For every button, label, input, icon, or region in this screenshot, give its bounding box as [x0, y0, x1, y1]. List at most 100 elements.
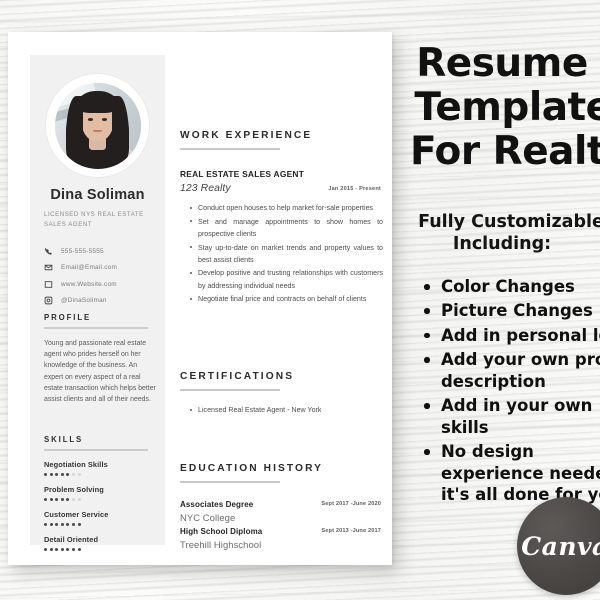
skill-dot: [60, 472, 64, 476]
skill-dot: [66, 472, 70, 476]
skill-rating: [44, 547, 156, 551]
promo-subtitle-line-2: Including:: [452, 234, 552, 254]
skill-name: Problem Solving: [44, 485, 104, 494]
skill-item: Problem Solving: [44, 485, 156, 501]
list-item: Stay up-to-date on market trends and pro…: [190, 242, 383, 266]
profile-text: Young and passionate real estate agent w…: [44, 340, 156, 403]
skill-dot: [49, 522, 53, 526]
candidate-role: LICENSED NYS REAL ESTATE SALES AGENT: [44, 211, 144, 229]
work-experience-heading: WORK EXPERIENCE: [180, 130, 313, 141]
photo-eye-right: [101, 117, 107, 121]
promo-title-line-1: Resume: [416, 41, 588, 86]
skill-dot: [44, 497, 47, 501]
skill-dot: [49, 547, 53, 551]
skill-dot: [77, 472, 81, 476]
education-divider: [180, 481, 280, 483]
skill-dot: [55, 547, 59, 551]
skill-dot: [77, 497, 81, 501]
skill-rating: [44, 522, 156, 526]
contact-list: 555-555-5555 Email@Email.com www.Website…: [44, 243, 157, 309]
listing-image: Dina Soliman LICENSED NYS REAL ESTATE SA…: [0, 0, 600, 600]
job-title: REAL ESTATE SALES AGENT: [180, 169, 305, 179]
education-entry: Sept 2013 -June 2017 High School Diploma T…: [180, 526, 383, 553]
list-item: Set and manage appointments to show home…: [190, 216, 383, 240]
skill-dot: [77, 547, 81, 551]
education-list: Sept 2017 -June 2020 Associates Degree NYC…: [180, 499, 383, 552]
promo-feature-item: Color Changes: [422, 276, 600, 297]
skill-dot: [60, 547, 64, 551]
skill-dot: [66, 522, 70, 526]
job-company: 123 Realty: [180, 183, 231, 194]
skill-name: Customer Service: [44, 510, 109, 519]
skill-rating: [44, 497, 156, 501]
promo-subtitle-line-1: Fully Customizable: [418, 212, 600, 232]
promo-panel: Resume Template For Realtor Fully Custom…: [404, 0, 600, 600]
skill-dot: [49, 472, 53, 476]
contact-email-text: Email@Email.com: [61, 264, 118, 272]
skills-divider: [44, 449, 148, 451]
skill-dot: [60, 497, 64, 501]
profile-photo-frame: [46, 74, 149, 177]
education-heading: EDUCATION HISTORY: [180, 463, 324, 474]
skills-list: Negotiation Skills Problem Solving Custome…: [44, 460, 156, 560]
skill-dot: [55, 522, 59, 526]
promo-title-line-3: For Realtor: [410, 129, 600, 174]
list-item: Conduct open houses to help market for-s…: [190, 202, 383, 214]
list-item: Negotiate final price and contracts on b…: [190, 293, 383, 305]
skill-name: Negotiation Skills: [44, 460, 108, 469]
skill-dot: [66, 497, 70, 501]
skill-dot: [44, 472, 47, 476]
skill-dot: [44, 547, 47, 551]
education-dates: Sept 2017 -June 2020: [321, 501, 381, 507]
skill-dot: [71, 497, 75, 501]
skill-dot: [66, 547, 70, 551]
canva-badge: Canva: [517, 497, 600, 595]
skill-dot: [55, 497, 59, 501]
website-icon: [44, 280, 53, 289]
education-entry: Sept 2017 -June 2020 Associates Degree NYC…: [180, 499, 383, 526]
work-experience-bullets: Conduct open houses to help market for-s…: [186, 202, 383, 307]
promo-feature-item: Add your own profile description: [422, 349, 600, 392]
contact-row-website: www.Website.com: [44, 276, 157, 293]
photo-eye-left: [88, 117, 94, 121]
contact-phone-text: 555-555-5555: [61, 247, 104, 255]
skill-dot: [55, 472, 59, 476]
resume-sidebar: Dina Soliman LICENSED NYS REAL ESTATE SA…: [30, 55, 165, 551]
list-item: Licensed Real Estate Agent - New York: [190, 404, 383, 416]
promo-feature-item: Picture Changes: [422, 300, 600, 321]
education-dates: Sept 2013 -June 2017: [321, 527, 381, 534]
skill-dot: [77, 522, 81, 526]
contact-row-email: Email@Email.com: [44, 260, 157, 277]
certifications-divider: [180, 389, 280, 391]
photo-hair-left: [65, 96, 83, 166]
certifications-heading: CERTIFICATIONS: [180, 371, 295, 382]
contact-social-text: @DinaSoliman: [61, 297, 107, 305]
promo-feature-item: Add in personal logo: [422, 325, 600, 346]
contact-website-text: www.Website.com: [61, 280, 117, 288]
email-icon: [44, 263, 53, 272]
profile-divider: [44, 327, 148, 329]
contact-row-phone: 555-555-5555: [44, 243, 157, 260]
skill-dot: [71, 472, 75, 476]
photo-fringe: [79, 99, 116, 114]
profile-heading: PROFILE: [44, 313, 92, 322]
promo-feature-list: Color Changes Picture Changes Add in perso…: [422, 276, 600, 508]
skills-heading: SKILLS: [44, 435, 84, 444]
social-icon: [44, 296, 53, 305]
education-school: NYC College: [180, 512, 236, 524]
skill-dot: [71, 522, 75, 526]
certifications-bullets: Licensed Real Estate Agent - New York: [186, 404, 383, 418]
promo-title-line-2: Template: [414, 85, 600, 130]
education-school: Treehill Highschool: [180, 538, 262, 550]
phone-icon: [44, 247, 53, 256]
candidate-name: Dina Soliman: [50, 187, 145, 203]
skill-dot: [49, 497, 53, 501]
canva-badge-label: Canva: [521, 531, 600, 561]
skill-rating: [44, 472, 156, 476]
work-experience-divider: [180, 148, 280, 150]
skill-dot: [44, 522, 47, 526]
resume-sheet: Dina Soliman LICENSED NYS REAL ESTATE SA…: [8, 32, 392, 565]
skill-item: Negotiation Skills: [44, 460, 156, 476]
resume-main-column: WORK EXPERIENCE REAL ESTATE SALES AGENT …: [180, 32, 385, 565]
promo-feature-item: Add in your own skills: [422, 395, 600, 438]
